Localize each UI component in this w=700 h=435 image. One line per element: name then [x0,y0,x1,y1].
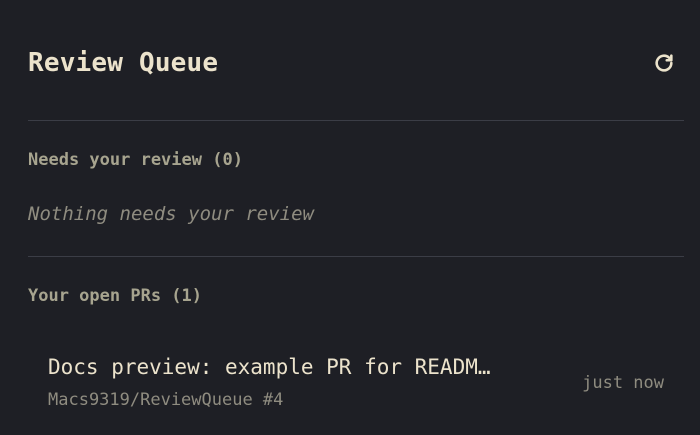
page-title: Review Queue [28,48,219,78]
pr-title: Docs preview: example PR for READM… [48,355,491,379]
pr-updated-time: just now [582,373,664,393]
needs-review-empty-message: Nothing needs your review [28,203,314,225]
header-divider [28,120,684,121]
panel-header: Review Queue [28,28,673,98]
open-pr-item[interactable]: Docs preview: example PR for READM… Macs… [28,344,682,424]
needs-review-heading: Needs your review (0) [28,150,243,170]
section-divider [28,256,684,257]
review-queue-panel: Review Queue Needs your review (0) Nothi… [0,0,700,435]
pr-repo-number: Macs9319/ReviewQueue #4 [48,390,284,410]
refresh-icon [655,54,673,72]
open-prs-heading: Your open PRs (1) [28,286,202,306]
refresh-button[interactable] [648,47,680,79]
